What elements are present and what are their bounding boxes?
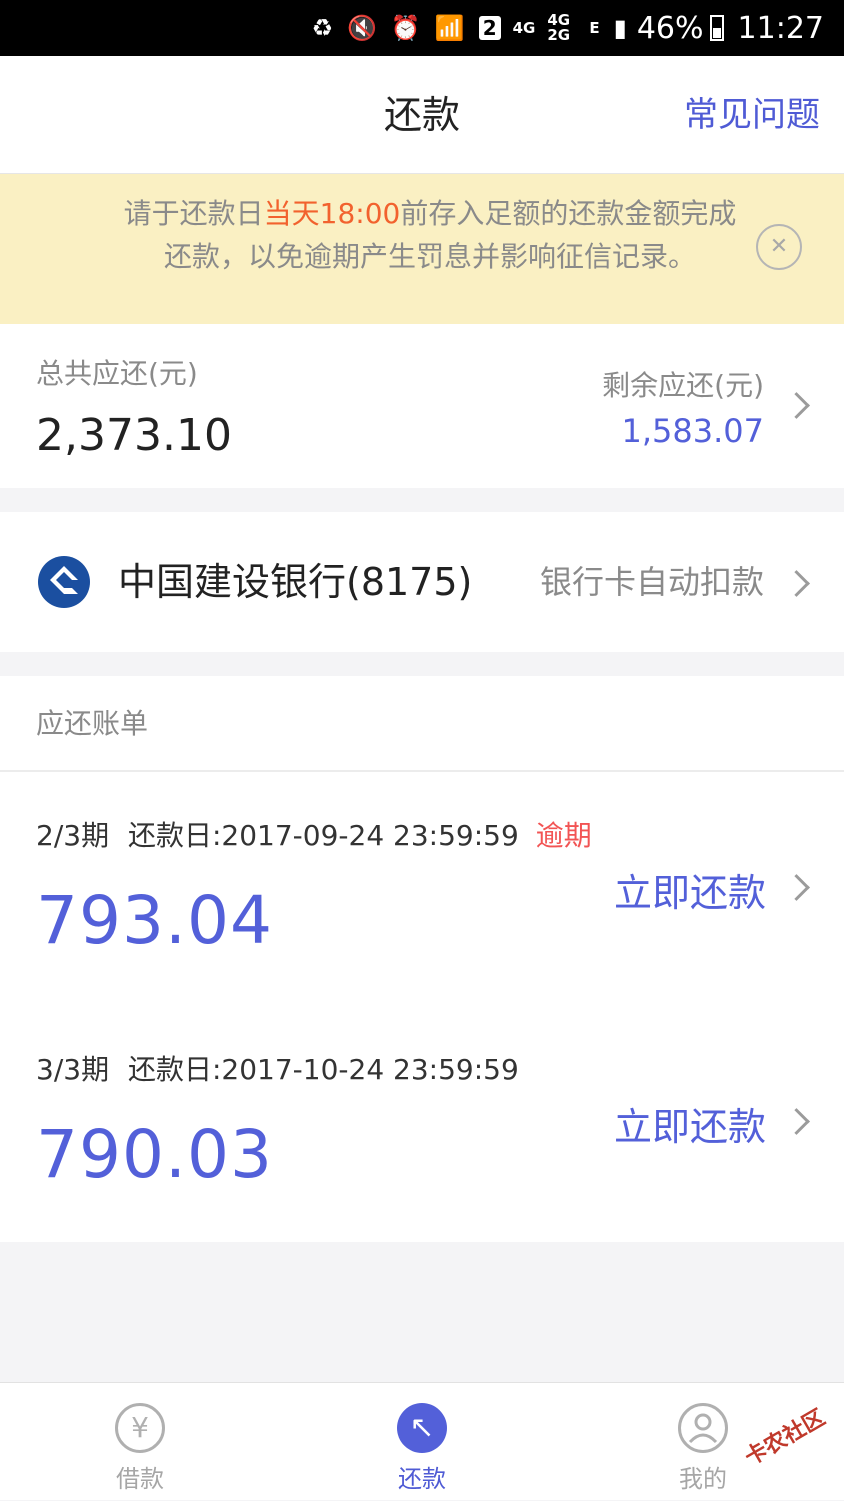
tab-label: 还款 — [398, 1465, 446, 1493]
recycle-icon: ♻ — [311, 14, 334, 42]
bills-header: 应还账单 — [0, 676, 844, 772]
alarm-icon: ⏰ — [390, 14, 421, 42]
signal-icon: ▮ — [613, 14, 627, 42]
notice-highlight: 当天18:00 — [263, 197, 401, 230]
pay-now-button[interactable]: 立即还款 — [614, 1096, 766, 1151]
bill-meta: 3/3期 还款日:2017-10-24 23:59:59 — [36, 1048, 527, 1088]
tab-label: 我的 — [679, 1465, 727, 1493]
bills-section: 应还账单 2/3期 还款日:2017-09-24 23:59:59 逾期 793… — [0, 676, 844, 1242]
bill-period: 3/3期 — [36, 1053, 110, 1086]
nav-bar: 还款 常见问题 — [0, 56, 844, 174]
remaining-due-label: 剩余应还(元) — [602, 369, 764, 402]
remaining-due-value: 1,583.07 — [621, 412, 765, 450]
battery-percent: 46% — [636, 10, 704, 46]
total-due-label: 总共应还(元) — [36, 357, 198, 390]
notice-banner: 请于还款日当天18:00前存入足额的还款金额完成还款，以免逾期产生罚息并影响征信… — [0, 174, 844, 324]
bill-amount: 793.04 — [36, 882, 273, 959]
repay-icon: ↖ — [397, 1403, 447, 1453]
bill-item[interactable]: 2/3期 还款日:2017-09-24 23:59:59 逾期 793.04 立… — [0, 772, 844, 1006]
bills-title: 应还账单 — [36, 707, 149, 740]
bank-card-row[interactable]: 中国建设银行(8175) 银行卡自动扣款 — [0, 512, 844, 652]
user-icon — [678, 1403, 728, 1453]
bill-due-date: 还款日:2017-10-24 23:59:59 — [127, 1053, 519, 1086]
bill-due-date: 还款日:2017-09-24 23:59:59 — [127, 819, 519, 852]
pay-now-button[interactable]: 立即还款 — [614, 862, 766, 917]
chevron-right-icon — [783, 570, 810, 597]
chevron-right-icon — [783, 874, 810, 901]
bill-period: 2/3期 — [36, 819, 110, 852]
bill-amount: 790.03 — [36, 1116, 273, 1193]
bill-item[interactable]: 3/3期 还款日:2017-10-24 23:59:59 790.03 立即还款 — [0, 1006, 844, 1240]
mute-icon: 🔇 — [347, 14, 377, 42]
yuan-icon: ¥ — [115, 1403, 165, 1453]
bill-meta: 2/3期 还款日:2017-09-24 23:59:59 逾期 — [36, 814, 592, 854]
debit-mode: 银行卡自动扣款 — [539, 563, 764, 601]
wifi-icon: 📶 — [434, 14, 465, 42]
overdue-badge: 逾期 — [535, 819, 592, 852]
bank-name: 中国建设银行(8175) — [118, 560, 473, 604]
ccb-bank-logo-icon — [38, 556, 90, 608]
chevron-right-icon — [783, 392, 810, 419]
total-due-value: 2,373.10 — [36, 410, 232, 461]
sim-badge: 2 — [478, 16, 501, 40]
close-icon[interactable]: ✕ — [756, 224, 802, 270]
tab-label: 借款 — [116, 1465, 164, 1493]
tab-repay[interactable]: ↖ 还款 — [322, 1383, 522, 1501]
repayment-summary[interactable]: 总共应还(元) 2,373.10 剩余应还(元) 1,583.07 — [0, 324, 844, 488]
tab-borrow[interactable]: ¥ 借款 — [40, 1383, 240, 1501]
bottom-tab-bar: ¥ 借款 ↖ 还款 我的 — [0, 1382, 844, 1500]
notice-text: 请于还款日当天18:00前存入足额的还款金额完成还款，以免逾期产生罚息并影响征信… — [110, 192, 750, 278]
battery-icon — [709, 15, 724, 41]
faq-link[interactable]: 常见问题 — [684, 56, 820, 174]
clock: 11:27 — [737, 10, 824, 46]
status-bar: ♻ 🔇 ⏰ 📶 2 4G 4G 2G E ▮ 46% 11:27 — [0, 0, 844, 56]
network-4g-label: 4G — [512, 18, 536, 37]
notice-text-before: 请于还款日 — [123, 197, 264, 230]
network-4g2g-label: 4G 2G — [547, 11, 571, 44]
network-e-label: E — [589, 18, 600, 37]
chevron-right-icon — [783, 1108, 810, 1135]
